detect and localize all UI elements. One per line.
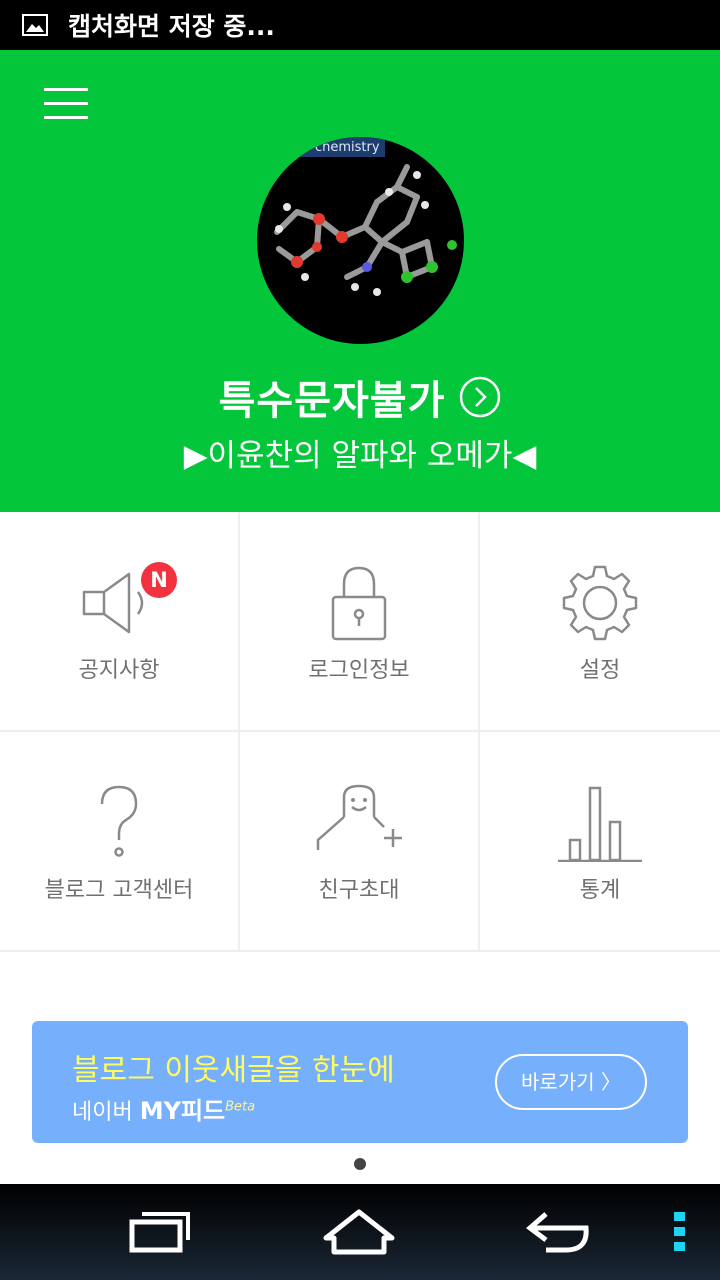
menu-item-invite-friend[interactable]: 친구초대 [240,732,480,952]
blog-title-row[interactable]: 특수문자불가 [0,368,720,426]
navigation-bar [0,1184,720,1280]
molecule-image: chemistry [274,137,457,296]
svg-text:chemistry: chemistry [315,140,380,155]
status-bar-text: 캡처화면 저장 중... [68,12,275,41]
question-icon [100,785,138,857]
more-vertical-icon[interactable] [672,1210,688,1254]
menu-item-label: 공지사항 [78,658,160,683]
banner-subtitle-prefix: 네이버 [72,1100,140,1125]
status-bar: 캡처화면 저장 중... [0,0,720,50]
menu-item-statistics[interactable]: 통계 [480,732,720,952]
banner-title: 블로그 이웃새글을 한눈에 [72,1053,395,1088]
menu-item-help-center[interactable]: 블로그 고객센터 [0,732,240,952]
menu-item-label: 통계 [579,878,621,903]
blog-subtitle: ▶이윤찬의 알파와 오메가◀ [183,438,537,474]
pager-dot [354,1158,366,1170]
bar-chart-icon [558,786,642,862]
lock-icon [331,566,387,641]
menu-item-label: 친구초대 [318,878,400,903]
gear-icon [562,565,638,641]
banner-beta-label: Beta [225,1099,256,1115]
menu-grid: N 공지사항 로그인정보 설정 블로그 고객센터 친구초대 통계 [0,512,720,952]
menu-item-label: 로그인정보 [308,658,410,683]
banner-subtitle-brand: MY피드 [139,1097,226,1125]
back-icon[interactable] [526,1210,592,1254]
recent-apps-icon[interactable] [128,1210,192,1254]
menu-item-label: 설정 [579,658,621,683]
chevron-right-circle-icon[interactable] [459,376,501,418]
image-icon [22,14,48,36]
banner-subtitle: 네이버 MY피드Beta [72,1091,255,1126]
new-badge: N [141,562,177,598]
add-friend-icon [316,784,402,850]
menu-item-notice[interactable]: N 공지사항 [0,512,240,732]
hamburger-menu-icon[interactable] [44,88,90,120]
home-icon[interactable] [322,1208,396,1256]
menu-item-login-info[interactable]: 로그인정보 [240,512,480,732]
go-button[interactable]: 바로가기 〉 [495,1054,647,1110]
blog-title[interactable]: 특수문자불가 [219,368,446,426]
menu-item-label: 블로그 고객센터 [44,878,194,903]
avatar[interactable]: chemistry [257,137,464,344]
my-feed-banner[interactable]: 블로그 이웃새글을 한눈에 네이버 MY피드Beta 바로가기 〉 [32,1021,688,1143]
menu-item-settings[interactable]: 설정 [480,512,720,732]
blog-header: chemistry 특수문자불가 ▶이윤찬의 알파와 오메가◀ [0,50,720,512]
